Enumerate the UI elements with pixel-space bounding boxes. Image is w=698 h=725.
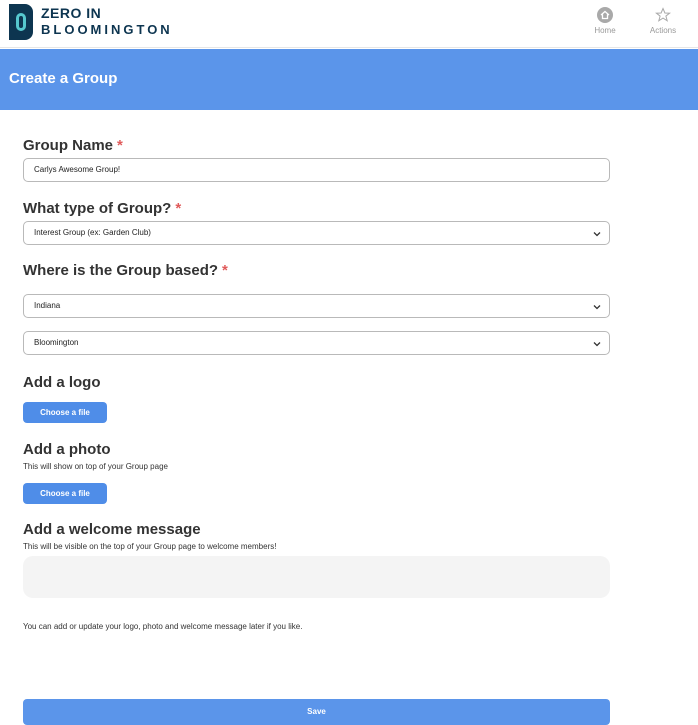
group-type-select[interactable]: Interest Group (ex: Garden Club)	[23, 221, 610, 245]
add-welcome-message-label: Add a welcome message	[23, 521, 201, 538]
add-photo-hint: This will show on top of your Group page	[23, 462, 168, 471]
group-location-label-text: Where is the Group based?	[23, 262, 219, 279]
chevron-down-icon	[593, 305, 601, 310]
nav-actions[interactable]: Actions	[641, 7, 685, 35]
nav-home-label: Home	[594, 26, 616, 35]
required-marker: *	[175, 200, 182, 217]
page-header-banner: Create a Group	[0, 49, 698, 110]
welcome-message-textarea[interactable]	[23, 556, 610, 598]
group-name-label-text: Group Name	[23, 137, 114, 154]
required-marker: *	[222, 262, 228, 279]
choose-photo-file-button[interactable]: Choose a file	[23, 483, 107, 504]
city-selected-value: Bloomington	[34, 338, 79, 347]
nav-actions-label: Actions	[649, 26, 677, 35]
required-marker: *	[117, 137, 123, 154]
group-location-label: Where is the Group based? *	[23, 262, 228, 279]
group-type-selected-value: Interest Group (ex: Garden Club)	[34, 228, 151, 237]
star-icon	[655, 7, 671, 22]
group-name-input[interactable]: Carlys Awesome Group!	[23, 158, 610, 182]
chevron-down-icon	[593, 342, 601, 347]
chevron-down-icon	[593, 232, 601, 237]
group-name-label: Group Name *	[23, 137, 123, 154]
state-select[interactable]: Indiana	[23, 294, 610, 318]
add-photo-label: Add a photo	[23, 441, 111, 458]
logo-mark-icon	[9, 4, 33, 40]
add-welcome-message-hint: This will be visible on the top of your …	[23, 542, 277, 551]
city-select[interactable]: Bloomington	[23, 331, 610, 355]
logo-text-line1: ZERO IN	[41, 5, 102, 21]
logo-text-line2: BLOOMINGTON	[41, 22, 173, 37]
add-logo-label: Add a logo	[23, 374, 101, 391]
page-title: Create a Group	[9, 70, 118, 87]
top-navigation-bar: ZERO IN BLOOMINGTON Home Actions	[0, 0, 698, 48]
nav-home[interactable]: Home	[583, 7, 627, 35]
group-type-label-text: What type of Group?	[23, 200, 172, 217]
save-button[interactable]: Save	[23, 699, 610, 725]
later-update-note: You can add or update your logo, photo a…	[23, 622, 303, 631]
group-type-label: What type of Group? *	[23, 200, 181, 217]
choose-logo-file-button[interactable]: Choose a file	[23, 402, 107, 423]
state-selected-value: Indiana	[34, 301, 61, 310]
home-icon	[597, 7, 613, 23]
